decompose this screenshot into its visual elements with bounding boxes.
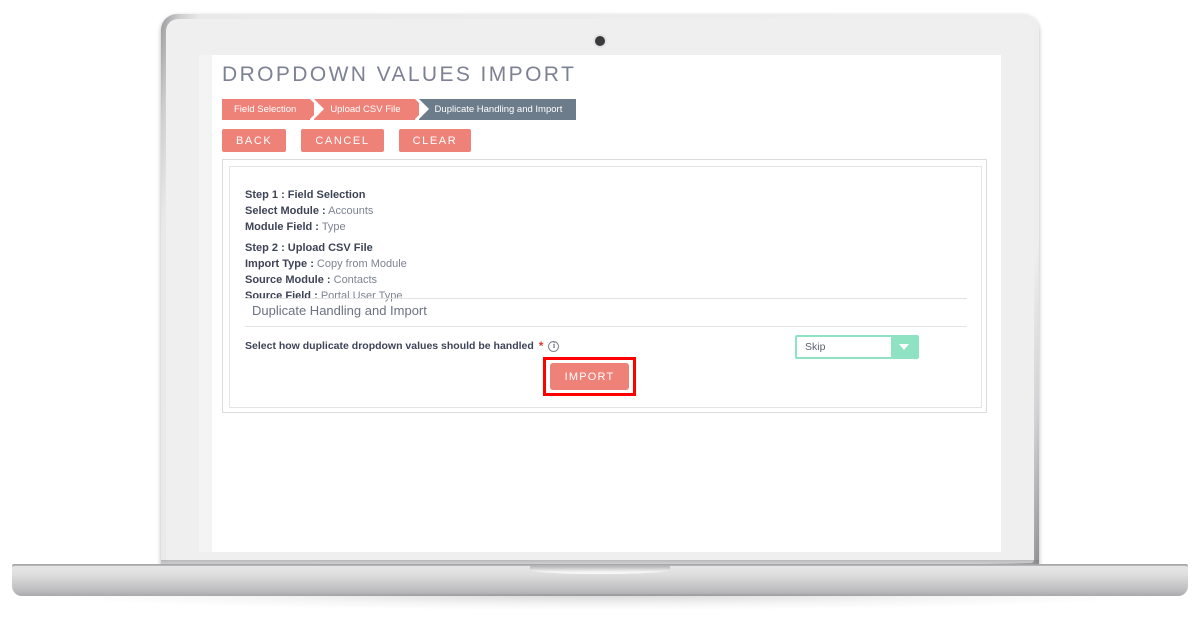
summary-row: Select Module : Accounts — [245, 203, 373, 219]
summary-row-value: Type — [321, 221, 346, 233]
content-panel: Step 1 : Field Selection Select Module :… — [229, 166, 982, 408]
summary-step-1-heading: Step 1 : Field Selection — [245, 189, 366, 201]
summary-row-key: Select Module : — [245, 205, 326, 217]
breadcrumb: Field Selection Upload CSV File Duplicat… — [222, 99, 577, 120]
summary-step-2: Step 2 : Upload CSV File Import Type : C… — [245, 240, 407, 304]
summary-row: Import Type : Copy from Module — [245, 256, 407, 272]
section-divider-top — [245, 298, 967, 299]
clear-button[interactable]: CLEAR — [398, 129, 472, 152]
summary-row-key: Source Module : — [245, 274, 331, 286]
section-divider-bottom — [245, 326, 967, 327]
action-button-row: BACK CANCEL CLEAR — [222, 129, 472, 152]
duplicate-handling-select-value: Skip — [805, 341, 826, 353]
summary-row: Source Module : Contacts — [245, 272, 407, 288]
laptop-drop-shadow — [40, 594, 1160, 610]
breadcrumb-step-duplicate-handling-and-import[interactable]: Duplicate Handling and Import — [418, 99, 577, 120]
breadcrumb-step-label: Field Selection — [234, 104, 297, 115]
section-heading: Duplicate Handling and Import — [252, 303, 427, 318]
chevron-down-icon — [899, 344, 909, 350]
required-asterisk: * — [538, 339, 544, 353]
app-page: DROPDOWN VALUES IMPORT Field Selection U… — [212, 55, 1001, 552]
summary-row: Module Field : Type — [245, 219, 373, 235]
duplicate-handling-label-text: Select how duplicate dropdown values sho… — [245, 340, 534, 352]
content-card: Step 1 : Field Selection Select Module :… — [222, 159, 987, 413]
duplicate-handling-label: Select how duplicate dropdown values sho… — [245, 339, 560, 353]
summary-step-2-heading: Step 2 : Upload CSV File — [245, 242, 373, 254]
breadcrumb-step-field-selection[interactable]: Field Selection — [222, 99, 321, 120]
laptop-base-notch — [530, 566, 670, 574]
info-icon[interactable]: i — [548, 340, 560, 352]
cancel-button[interactable]: CANCEL — [301, 129, 384, 152]
summary-row-value: Portal User Type — [320, 290, 403, 302]
duplicate-handling-select-arrow[interactable] — [891, 337, 917, 357]
summary-row-key: Source Field : — [245, 290, 318, 302]
summary-row-value: Accounts — [328, 205, 374, 217]
back-button[interactable]: BACK — [222, 129, 287, 152]
summary-step-1: Step 1 : Field Selection Select Module :… — [245, 187, 373, 235]
summary-row-key: Import Type : — [245, 258, 314, 270]
breadcrumb-step-label: Upload CSV File — [330, 104, 401, 115]
summary-row: Source Field : Portal User Type — [245, 288, 407, 304]
laptop-mockup: DROPDOWN VALUES IMPORT Field Selection U… — [0, 0, 1200, 630]
webcam-dot — [595, 36, 605, 46]
duplicate-handling-select[interactable]: Skip — [795, 335, 919, 359]
import-button[interactable]: IMPORT — [550, 363, 629, 390]
page-title: DROPDOWN VALUES IMPORT — [222, 63, 577, 86]
summary-row-value: Contacts — [333, 274, 378, 286]
summary-row-value: Copy from Module — [316, 258, 407, 270]
breadcrumb-step-label: Duplicate Handling and Import — [434, 104, 563, 115]
screen-viewport: DROPDOWN VALUES IMPORT Field Selection U… — [199, 55, 1001, 552]
summary-row-key: Module Field : — [245, 221, 319, 233]
breadcrumb-step-upload-csv-file[interactable]: Upload CSV File — [314, 99, 425, 120]
